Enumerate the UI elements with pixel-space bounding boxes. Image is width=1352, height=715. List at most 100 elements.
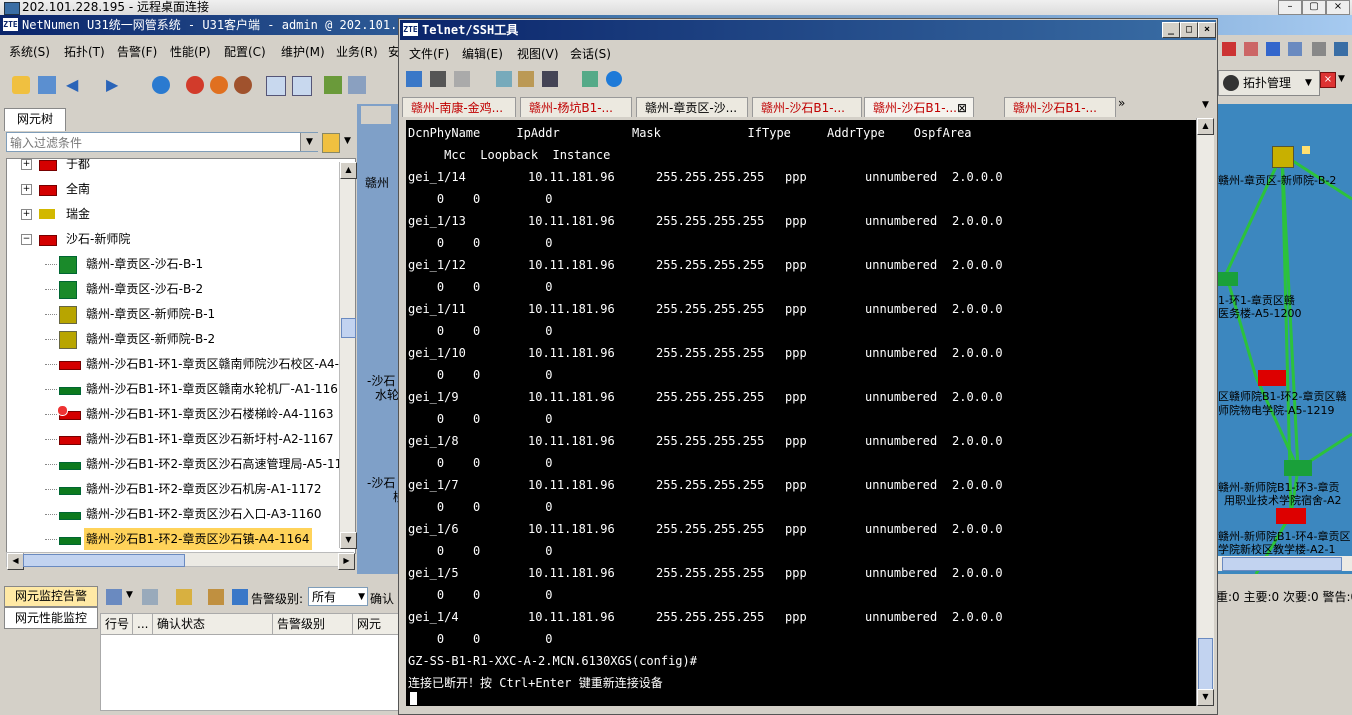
tree-node[interactable]: + 于都 (7, 159, 341, 175)
expand-icon[interactable]: + (21, 184, 32, 195)
menu-config[interactable]: 配置(C) (224, 43, 266, 60)
tree-node[interactable]: 赣州-沙石B1-环2-章贡区沙石高速管理局-A5-116 (7, 453, 350, 475)
topology-map[interactable]: 赣州-章贡区-新师院-B-2 1-环1-章贡区赣 医务楼-A5-1200 区赣师… (1216, 104, 1352, 574)
close-icon[interactable]: × (1320, 72, 1336, 88)
collapse-icon[interactable]: − (21, 234, 32, 245)
switch-node-icon[interactable] (1272, 146, 1294, 168)
close-tab-icon[interactable]: ⊠ (957, 98, 967, 117)
disconnect-icon[interactable] (430, 71, 446, 87)
session-tab[interactable]: 赣州-章贡区-沙... (636, 97, 748, 117)
column-header[interactable]: 网元 (353, 614, 399, 634)
tree-node[interactable]: 赣州-章贡区-沙石-B-2 (7, 278, 341, 300)
list-icon[interactable] (292, 76, 312, 96)
menu-service[interactable]: 业务(R) (336, 43, 378, 60)
ne-node-icon[interactable] (1218, 272, 1238, 286)
column-header[interactable]: 告警级别 (273, 614, 353, 634)
chevron-down-icon[interactable]: ▼ (126, 590, 133, 600)
more-tabs-icon[interactable]: » (1118, 96, 1125, 110)
tool-icon[interactable] (348, 76, 366, 94)
forward-arrow-icon[interactable]: ▶ (106, 76, 124, 94)
scroll-thumb[interactable] (1222, 557, 1342, 571)
tool-icon[interactable] (1334, 42, 1348, 56)
globe-icon[interactable] (152, 76, 170, 94)
filter-funnel-icon[interactable] (322, 133, 340, 153)
terminal-output[interactable]: DcnPhyName IpAddr Mask IfType AddrType O… (406, 120, 1196, 706)
session-tab-active[interactable]: 赣州-沙石B1-... ⊠ (864, 97, 974, 117)
tree-node[interactable]: 赣州-章贡区-新师院-B-2 (7, 328, 341, 350)
chevron-down-icon[interactable]: ▼ (1202, 100, 1209, 110)
export-icon[interactable] (176, 589, 192, 605)
close-button[interactable]: × (1198, 22, 1216, 38)
tree-node[interactable]: 赣州-沙石B1-环1-章贡区沙石楼梯岭-A4-1163 (7, 403, 341, 425)
scroll-down-icon[interactable]: ▼ (340, 532, 357, 549)
copy-icon[interactable] (496, 71, 512, 87)
session-tab[interactable]: 赣州-南康-金鸡... (402, 97, 516, 117)
terminal-vertical-scrollbar[interactable]: ▲ ▼ (1196, 118, 1214, 706)
rdp-close-button[interactable]: × (1326, 0, 1350, 15)
network-icon[interactable] (1288, 42, 1302, 56)
tree-node[interactable]: − 沙石-新师院 (7, 228, 341, 250)
ne-node-icon[interactable] (1276, 508, 1306, 524)
column-header[interactable]: ... (133, 614, 153, 634)
log-icon[interactable] (582, 71, 598, 87)
rdp-restore-button[interactable]: ▢ (1302, 0, 1326, 15)
link-icon[interactable] (1312, 42, 1326, 56)
print-icon[interactable] (542, 71, 558, 87)
bell-icon[interactable] (1222, 42, 1236, 56)
ne-node-icon[interactable] (1284, 460, 1312, 476)
user-icon[interactable] (12, 76, 30, 94)
alarm-major-icon[interactable] (210, 76, 228, 94)
alarm-critical-icon[interactable] (186, 76, 204, 94)
refresh-icon[interactable] (232, 589, 248, 605)
back-arrow-icon[interactable]: ◀ (66, 76, 84, 94)
tree-node[interactable]: + 全南 (7, 178, 341, 200)
session-tab[interactable]: 赣州-杨坑B1-... (520, 97, 632, 117)
alarm-level-select[interactable]: 所有 ▼ (308, 587, 368, 606)
menu-session[interactable]: 会话(S) (570, 45, 611, 62)
topology-management-button[interactable]: 拓扑管理 ▼ (1218, 70, 1320, 96)
settings-icon[interactable] (606, 71, 622, 87)
expand-icon[interactable]: + (21, 159, 32, 170)
topology-tool-icon[interactable] (324, 76, 342, 94)
rdp-minimize-button[interactable]: – (1278, 0, 1302, 15)
tree-node[interactable]: 赣州-沙石B1-环2-章贡区沙石机房-A1-1172 (7, 478, 341, 500)
scroll-thumb[interactable] (341, 318, 356, 338)
chart-icon[interactable] (1244, 42, 1258, 56)
session-tab[interactable]: 赣州-沙石B1-... (1004, 97, 1116, 117)
menu-maintenance[interactable]: 维护(M) (281, 43, 325, 60)
tab-ne-tree[interactable]: 网元树 (4, 108, 66, 131)
column-header[interactable]: 确认状态 (153, 614, 273, 634)
scroll-up-icon[interactable]: ▲ (340, 162, 357, 179)
menu-topology[interactable]: 拓扑(T) (64, 43, 105, 60)
alarm-minor-icon[interactable] (234, 76, 252, 94)
scroll-left-icon[interactable]: ◀ (7, 553, 24, 570)
reconnect-icon[interactable] (454, 71, 470, 87)
tab-ne-perf-monitor[interactable]: 网元性能监控 (4, 607, 98, 629)
column-header[interactable]: 行号 (101, 614, 133, 634)
chevron-down-icon[interactable]: ▼ (300, 133, 318, 151)
menu-file[interactable]: 文件(F) (409, 45, 449, 62)
grid-icon[interactable] (106, 589, 122, 605)
topology-horizontal-scrollbar[interactable] (1216, 556, 1352, 571)
scroll-thumb[interactable] (23, 554, 185, 567)
tree-node[interactable]: 赣州-章贡区-沙石-B-1 (7, 253, 341, 275)
connect-icon[interactable] (406, 71, 422, 87)
tree-node[interactable]: 赣州-沙石B1-环1-章贡区赣南师院沙石校区-A4-1 (7, 353, 347, 375)
menu-alarm[interactable]: 告警(F) (117, 43, 157, 60)
tree-node[interactable]: 赣州-沙石B1-环1-章贡区赣南水轮机厂-A1-1161 (7, 378, 346, 400)
expand-icon[interactable]: + (21, 209, 32, 220)
tab-ne-alarm-monitor[interactable]: 网元监控告警 (4, 586, 98, 607)
scroll-thumb[interactable] (1198, 638, 1213, 690)
wrench-icon[interactable] (208, 589, 224, 605)
menu-system[interactable]: 系统(S) (9, 43, 50, 60)
tree-node[interactable]: + 瑞金 (7, 203, 341, 225)
scroll-down-icon[interactable]: ▼ (1197, 689, 1214, 706)
chevron-down-icon[interactable]: ▼ (344, 136, 351, 146)
tree-horizontal-scrollbar[interactable]: ◀ ▶ (6, 552, 355, 570)
chevron-down-icon[interactable]: ▼ (1338, 74, 1345, 84)
table-icon[interactable] (266, 76, 286, 96)
paste-icon[interactable] (518, 71, 534, 87)
grid-icon[interactable] (1266, 42, 1280, 56)
print-icon[interactable] (142, 589, 158, 605)
tree-node[interactable]: 赣州-沙石B1-环1-章贡区沙石新圩村-A2-1167 (7, 428, 341, 450)
